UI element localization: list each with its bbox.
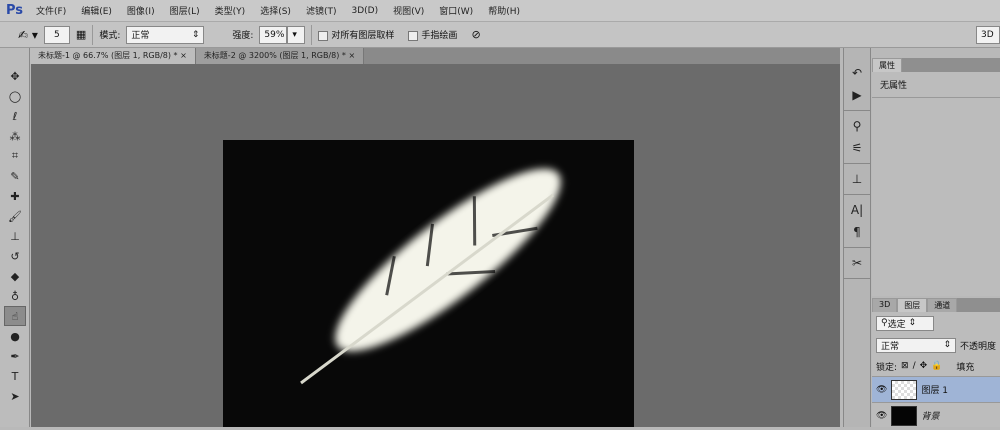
- close-icon[interactable]: ×: [348, 51, 355, 60]
- strength-input[interactable]: 59%: [259, 25, 288, 44]
- workspace-label: 3D: [981, 29, 994, 40]
- layer-thumbnail: [891, 405, 918, 426]
- workspace-3d-button[interactable]: 3D: [976, 25, 1000, 44]
- tool-presets-icon[interactable]: ✂: [844, 252, 870, 274]
- lasso-tool-icon[interactable]: ℓ: [4, 106, 26, 126]
- close-icon[interactable]: ×: [180, 51, 187, 60]
- document-canvas[interactable]: [223, 140, 634, 427]
- actions-play-icon[interactable]: ▶: [844, 84, 870, 106]
- magic-wand-tool-icon[interactable]: ⁂: [4, 126, 26, 146]
- menu-edit[interactable]: 编辑(E): [81, 4, 112, 17]
- blend-mode-select[interactable]: 正常 ⇕: [876, 337, 956, 353]
- smudge-tool-preset-icon[interactable]: ✍ ▾: [18, 28, 38, 42]
- sample-all-layers-checkbox[interactable]: 对所有图层取样: [318, 28, 394, 41]
- layer-name: 背景: [921, 412, 940, 422]
- blend-mode-value: 正常: [881, 341, 900, 352]
- brush-panel-icon[interactable]: ▦: [76, 28, 86, 41]
- brush-tool-icon[interactable]: 🖌: [4, 206, 26, 226]
- tab-label: 未标题-2 @ 3200% (图层 1, RGB/8) *: [203, 51, 346, 60]
- options-bar: ✍ ▾ 5 ▦ 模式: 正常 ⇕ 强度: 59% ▾ 对所有图层取样 手指绘画 ⊘…: [0, 21, 1000, 48]
- mode-label: 模式:: [99, 31, 121, 41]
- filter-value: 选定: [887, 319, 906, 330]
- menu-3d[interactable]: 3D(D): [351, 6, 378, 16]
- layers-panel: 3D 图层 通道 ⚲ 选定 ⇕ 正常 ⇕ 不透明度 锁定: ⊠ / ✥ 🔒 填充 👁 图层 1 …: [872, 298, 1000, 427]
- tab-layers[interactable]: 图层: [897, 298, 928, 312]
- path-selection-tool-icon[interactable]: ➤: [4, 386, 26, 406]
- tab-document-2[interactable]: 未标题-2 @ 3200% (图层 1, RGB/8) * ×: [195, 48, 365, 64]
- finger-paint-label: 手指绘画: [421, 31, 458, 41]
- clone-stamp-tool-icon[interactable]: ⊥: [4, 226, 26, 246]
- strength-dropdown[interactable]: ▾: [287, 25, 306, 44]
- properties-content: 无属性: [872, 72, 1000, 98]
- menu-bar: Ps 文件(F) 编辑(E) 图像(I) 图层(L) 类型(Y) 选择(S) 滤…: [0, 0, 1000, 21]
- brush-size-value: 5: [54, 29, 60, 40]
- healing-brush-tool-icon[interactable]: ✚: [4, 186, 26, 206]
- menu-image[interactable]: 图像(I): [127, 4, 155, 17]
- paint-bucket-tool-icon[interactable]: ♁: [4, 286, 26, 306]
- paragraph-icon[interactable]: ¶: [844, 221, 870, 243]
- smudge-tool-icon[interactable]: ☝: [4, 306, 26, 326]
- history-brush-tool-icon[interactable]: ↺: [4, 246, 26, 266]
- type-tool-icon[interactable]: T: [4, 366, 26, 386]
- menu-type[interactable]: 类型(Y): [215, 4, 246, 17]
- lock-position-icon[interactable]: ✥: [920, 361, 928, 371]
- menu-help[interactable]: 帮助(H): [488, 4, 520, 17]
- brush-settings-icon[interactable]: ⚟: [844, 137, 870, 159]
- layer-thumbnail: [891, 379, 918, 400]
- tab-properties[interactable]: 属性: [872, 58, 902, 72]
- character-icon[interactable]: A|: [844, 199, 870, 221]
- layer-row-layer1[interactable]: 👁 图层 1: [872, 376, 1000, 402]
- dodge-tool-icon[interactable]: ●: [4, 326, 26, 346]
- eraser-tool-icon[interactable]: ◆: [4, 266, 26, 286]
- lock-transparent-icon[interactable]: ⊠: [901, 361, 909, 371]
- layer-name: 图层 1: [921, 386, 949, 396]
- opacity-label: 不透明度: [959, 341, 996, 352]
- divider: [311, 24, 313, 45]
- tools-panel: ✥ ◯ ℓ ⁂ ⌗ ✎ ✚ 🖌 ⊥ ↺ ◆ ♁ ☝ ● ✒ T ➤: [0, 48, 30, 427]
- tab-label: 未标题-1 @ 66.7% (图层 1, RGB/8) *: [38, 51, 178, 60]
- tab-document-1[interactable]: 未标题-1 @ 66.7% (图层 1, RGB/8) * ×: [30, 48, 196, 64]
- fill-label: 填充: [956, 362, 975, 373]
- layer-row-background[interactable]: 👁 背景: [872, 402, 1000, 428]
- ps-logo: Ps: [6, 3, 24, 18]
- tab-channels[interactable]: 通道: [927, 298, 958, 312]
- panel-dock: ↶ ▶ ⚲ ⚟ ⊥ A| ¶ ✂: [843, 48, 871, 427]
- marquee-tool-icon[interactable]: ◯: [4, 86, 26, 106]
- layer-filter-select[interactable]: ⚲ 选定 ⇕: [876, 315, 934, 331]
- crop-tool-icon[interactable]: ⌗: [4, 146, 26, 166]
- brush-presets-icon[interactable]: ⚲: [844, 115, 870, 137]
- document-tabs: 未标题-1 @ 66.7% (图层 1, RGB/8) * × 未标题-2 @ …: [30, 48, 840, 64]
- visibility-eye-icon[interactable]: 👁: [876, 385, 887, 395]
- menu-layer[interactable]: 图层(L): [170, 4, 200, 17]
- visibility-eye-icon[interactable]: 👁: [876, 411, 887, 421]
- eyedropper-tool-icon[interactable]: ✎: [4, 166, 26, 186]
- menu-file[interactable]: 文件(F): [36, 4, 66, 17]
- properties-panel: 属性 无属性: [872, 58, 1000, 296]
- strength-value: 59%: [264, 29, 285, 40]
- lock-label: 锁定:: [876, 362, 898, 373]
- clone-source-icon[interactable]: ⊥: [844, 168, 870, 190]
- vertical-scrollbar[interactable]: [827, 64, 840, 427]
- brush-size-picker[interactable]: 5: [43, 25, 70, 44]
- menu-filter[interactable]: 滤镜(T): [306, 4, 337, 17]
- finger-painting-checkbox[interactable]: 手指绘画: [408, 28, 457, 41]
- history-icon[interactable]: ↶: [844, 62, 870, 84]
- pressure-icon[interactable]: ⊘: [471, 28, 480, 41]
- mode-select[interactable]: 正常 ⇕: [126, 25, 205, 44]
- tab-3d[interactable]: 3D: [872, 298, 898, 312]
- feather-image: [300, 168, 561, 385]
- sample-all-label: 对所有图层取样: [331, 31, 395, 41]
- divider: [92, 24, 94, 45]
- menu-window[interactable]: 窗口(W): [439, 4, 473, 17]
- menu-select[interactable]: 选择(S): [260, 4, 291, 17]
- updown-icon: ⇕: [191, 29, 200, 40]
- lock-all-icon[interactable]: 🔒: [931, 361, 942, 371]
- move-tool-icon[interactable]: ✥: [4, 66, 26, 86]
- lock-pixels-icon[interactable]: /: [913, 361, 916, 371]
- pen-tool-icon[interactable]: ✒: [4, 346, 26, 366]
- menu-view[interactable]: 视图(V): [393, 4, 424, 17]
- mode-value: 正常: [131, 31, 150, 41]
- strength-label: 强度:: [232, 31, 254, 41]
